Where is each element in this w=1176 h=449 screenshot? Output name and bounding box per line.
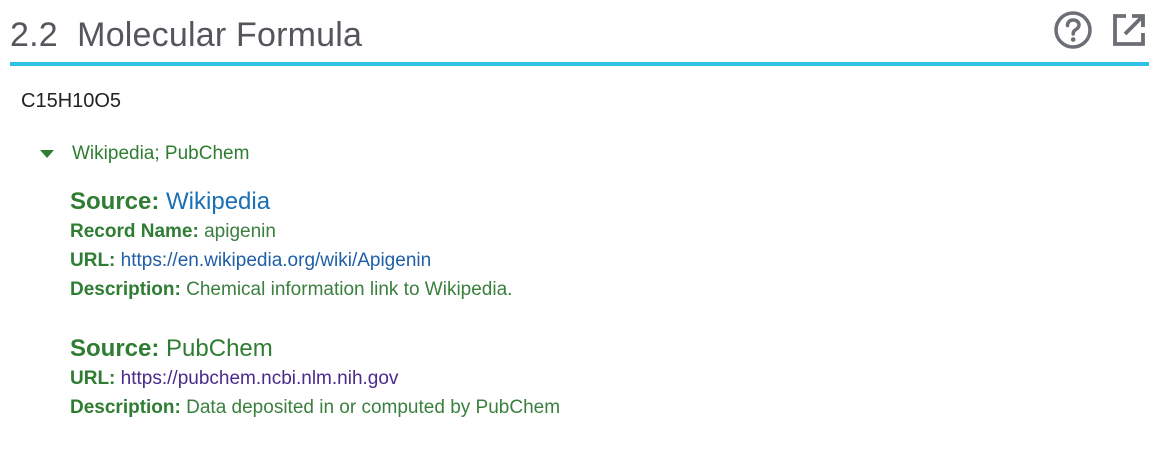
source-title: Source: PubChem [70, 334, 560, 364]
source-title: Source: Wikipedia [70, 187, 512, 217]
record-name-label: Record Name: [70, 221, 199, 242]
url-link[interactable]: https://en.wikipedia.org/wiki/Apigenin [121, 250, 432, 271]
external-link-icon[interactable] [1109, 10, 1149, 50]
description-label: Description: [70, 397, 181, 418]
section-title-text: Molecular Formula [77, 16, 363, 54]
help-circle-icon[interactable] [1053, 10, 1093, 50]
url-row: URL: https://pubchem.ncbi.nlm.nih.gov [70, 364, 560, 393]
source-name: PubChem [166, 335, 273, 362]
url-link[interactable]: https://pubchem.ncbi.nlm.nih.gov [121, 368, 399, 389]
references-toggle[interactable]: Wikipedia; PubChem [40, 143, 249, 165]
section-header: 2.2 Molecular Formula [10, 6, 1149, 66]
description-label: Description: [70, 279, 181, 300]
description-value: Chemical information link to Wikipedia. [186, 279, 513, 300]
url-row: URL: https://en.wikipedia.org/wiki/Apige… [70, 246, 512, 275]
record-name-value: apigenin [204, 221, 276, 242]
references-toggle-label: Wikipedia; PubChem [72, 143, 250, 164]
section-title: 2.2 Molecular Formula [10, 16, 362, 55]
record-name-row: Record Name: apigenin [70, 217, 512, 246]
url-label: URL: [70, 250, 116, 271]
source-label: Source: [70, 188, 160, 215]
source-name-link[interactable]: Wikipedia [166, 188, 270, 215]
molecular-formula-value: C15H10O5 [21, 90, 122, 112]
source-block-wikipedia: Source: Wikipedia Record Name: apigenin … [70, 187, 512, 304]
header-icons [1053, 10, 1149, 50]
caret-down-icon [40, 150, 54, 158]
source-label: Source: [70, 335, 160, 362]
source-block-pubchem: Source: PubChem URL: https://pubchem.ncb… [70, 334, 560, 422]
url-label: URL: [70, 368, 116, 389]
section-number: 2.2 [10, 16, 58, 54]
description-value: Data deposited in or computed by PubChem [186, 397, 561, 418]
description-row: Description: Chemical information link t… [70, 275, 512, 304]
description-row: Description: Data deposited in or comput… [70, 393, 560, 422]
